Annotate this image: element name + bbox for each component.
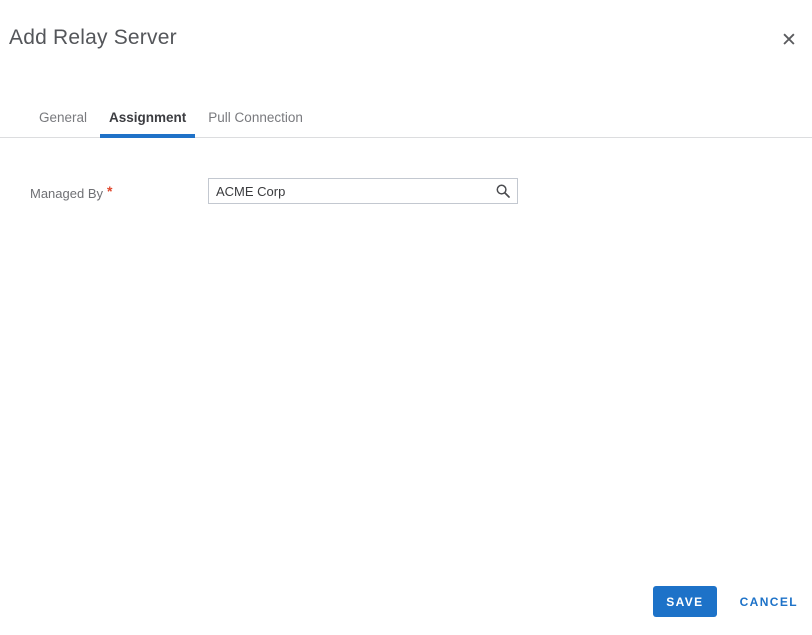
page-title: Add Relay Server <box>9 26 177 49</box>
tab-bar: General Assignment Pull Connection <box>0 105 812 138</box>
tab-pull-connection[interactable]: Pull Connection <box>199 110 312 137</box>
close-icon: ✕ <box>781 30 797 51</box>
required-asterisk: * <box>107 183 113 199</box>
tab-content-assignment: Managed By * <box>0 138 812 565</box>
tab-general[interactable]: General <box>30 110 96 137</box>
managed-by-label: Managed By * <box>30 183 113 201</box>
managed-by-input[interactable] <box>208 178 518 204</box>
add-relay-server-dialog: Add Relay Server ✕ General Assignment Pu… <box>0 0 812 635</box>
cancel-button[interactable]: CANCEL <box>740 595 798 609</box>
save-button[interactable]: SAVE <box>653 586 717 617</box>
dialog-header: Add Relay Server ✕ <box>0 0 812 62</box>
managed-by-label-text: Managed By <box>30 186 103 201</box>
managed-by-input-wrap <box>208 178 518 204</box>
close-button[interactable]: ✕ <box>774 26 804 56</box>
tab-assignment[interactable]: Assignment <box>100 110 196 138</box>
dialog-footer: SAVE CANCEL <box>653 586 798 617</box>
